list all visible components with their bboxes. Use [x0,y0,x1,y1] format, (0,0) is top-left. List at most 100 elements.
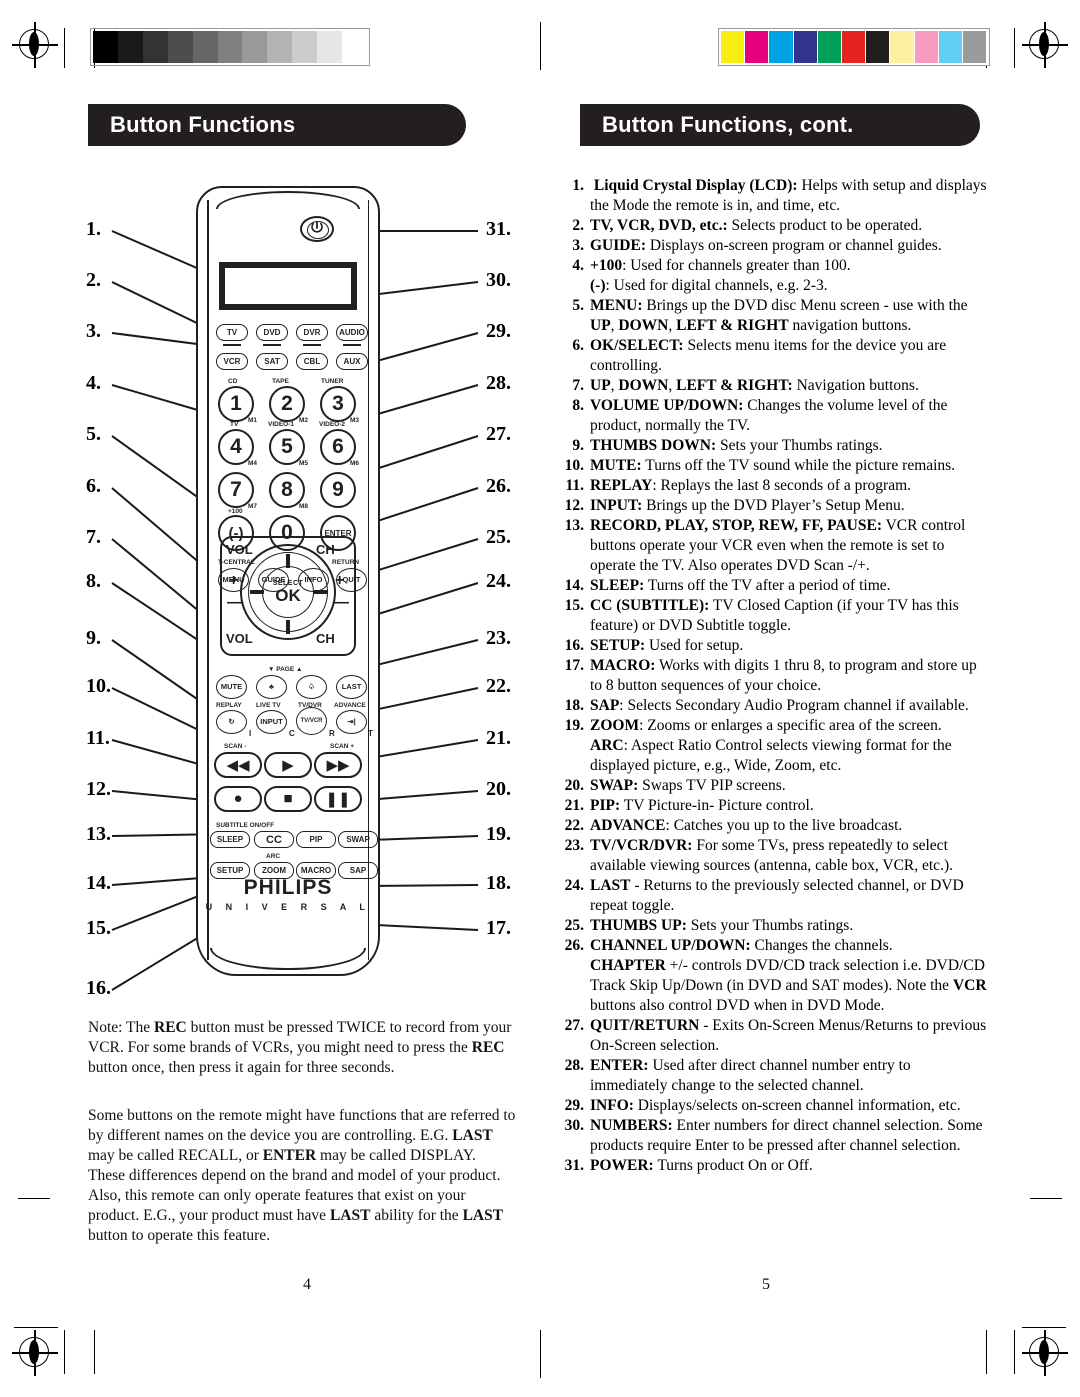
brand-name: PHILIPS [243,876,333,899]
function-number: 8. [572,397,584,414]
function-list-item: 16. SETUP: Used for setup. [562,636,987,656]
function-description: ENTER: Used after direct channel number … [590,1057,911,1094]
device-button-sat[interactable]: SAT [256,353,288,370]
callout-right-29: 29. [486,320,511,342]
ok-select-button[interactable]: SELECT OK [262,566,314,618]
callout-right-30: 30. [486,269,511,291]
function-number: 14. [564,577,584,594]
function-description: OK/SELECT: Selects menu items for the de… [590,337,947,374]
keypad-memlabel-m8: M8 [299,503,309,510]
nav-down-arrow-icon[interactable] [286,620,290,634]
input-button[interactable]: INPUT [256,710,287,734]
function-description: GUIDE: Displays on-screen program or cha… [590,237,942,254]
function-list-item: 23. TV/VCR/DVR: For some TVs, press repea… [562,836,987,876]
keypad-memlabel-m1: M1 [248,417,258,424]
callout-right-31: 31. [486,218,511,240]
volume-down-button[interactable]: — [227,594,243,612]
function-description: NUMBERS: Enter numbers for direct channe… [590,1117,983,1154]
device-button-audio[interactable]: AUDIO [336,324,368,341]
stop-button[interactable]: ■ [264,786,312,812]
vol-label-top: VOL [226,542,253,557]
function-number: 25. [564,917,584,934]
letter-r: R [329,729,335,738]
callout-right-22: 22. [486,675,511,697]
function-description: MUTE: Turns off the TV sound while the p… [590,457,956,474]
replay-button[interactable]: ↻ [216,710,247,734]
callout-right-24: 24. [486,570,511,592]
keypad-memlabel-m3: M3 [350,417,360,424]
callout-right-21: 21. [486,727,511,749]
function-number: 26. [564,937,584,954]
tv-vcr-button[interactable]: TV/VCR [296,707,327,735]
function-list-item: 22. ADVANCE: Catches you up to the live b… [562,816,987,836]
channel-down-button[interactable]: — [333,594,349,612]
fast-forward-button[interactable]: ▶▶ [314,752,362,778]
function-list-item: 12. INPUT: Brings up the DVD Player’s Set… [562,496,987,516]
livetv-caption: LIVE TV [256,702,281,709]
callout-left-4: 4. [86,372,101,394]
function-list-item: 19. ZOOM: Zooms or enlarges a specific ar… [562,716,987,776]
device-button-aux[interactable]: AUX [336,353,368,370]
function-description: MENU: Brings up the DVD disc Menu screen… [590,297,968,334]
function-list-item: 21. PIP: TV Picture-in- Picture control. [562,796,987,816]
remote-inner-line-left [207,200,209,960]
function-description: PIP: TV Picture-in- Picture control. [590,797,814,814]
last-button[interactable]: LAST [336,675,367,699]
sleep-button[interactable]: SLEEP [210,831,250,848]
function-list-item: 4. +100: Used for channels greater than 1… [562,256,987,296]
cc-button[interactable]: CC [254,831,294,848]
volume-up-button[interactable]: + [229,572,238,590]
power-icon [311,221,323,233]
thumbs-down-button[interactable]: ♣ [256,675,287,699]
callout-left-16: 16. [86,977,111,999]
function-number: 10. [564,457,584,474]
thumbs-up-button[interactable]: ♤ [296,675,327,699]
play-button[interactable]: ▶ [264,752,312,778]
function-description: ADVANCE: Catches you up to the live broa… [590,817,903,834]
rewind-button[interactable]: ◀◀ [214,752,262,778]
pip-button[interactable]: PIP [296,831,336,848]
mute-button[interactable]: MUTE [216,675,247,699]
function-list-item: 7. UP, DOWN, LEFT & RIGHT: Navigation but… [562,376,987,396]
record-button[interactable]: ● [214,786,262,812]
device-button-dvr[interactable]: DVR [296,324,328,341]
function-number: 18. [564,697,584,714]
nav-left-arrow-icon[interactable] [250,590,264,594]
advance-button[interactable]: ⇥| [336,710,367,734]
function-number: 30. [564,1117,584,1134]
nav-up-arrow-icon[interactable] [286,554,290,568]
function-number: 23. [564,837,584,854]
device-button-tv[interactable]: TV [216,324,248,341]
function-description: SAP: Selects Secondary Audio Program cha… [590,697,969,714]
keypad-toplabel-tape: TAPE [272,378,289,385]
device-button-vcr[interactable]: VCR [216,353,248,370]
page-caption: ▼ PAGE ▲ [268,666,303,673]
function-description: THUMBS UP: Sets your Thumbs ratings. [590,917,854,934]
function-list-item: 9. THUMBS DOWN: Sets your Thumbs ratings. [562,436,987,456]
nav-right-arrow-icon[interactable] [314,590,328,594]
function-description: POWER: Turns product On or Off. [590,1157,813,1174]
keypad-button-9[interactable]: 9 [320,472,356,508]
channel-up-button[interactable]: + [335,572,344,590]
function-list-item: 25. THUMBS UP: Sets your Thumbs ratings. [562,916,987,936]
device-button-dvd[interactable]: DVD [256,324,288,341]
function-list-item: 13. RECORD, PLAY, STOP, REW, FF, PAUSE: V… [562,516,987,576]
function-number: 1. [572,177,584,194]
device-button-cbl[interactable]: CBL [296,353,328,370]
subtitle-caption: SUBTITLE ON/OFF [216,822,275,829]
swap-button[interactable]: SWAP [338,831,378,848]
pause-button[interactable]: ❚❚ [314,786,362,812]
callout-left-13: 13. [86,823,111,845]
rec-note-paragraph: Note: The REC button must be pressed TWI… [88,1019,512,1076]
advance-caption: ADVANCE [334,702,366,709]
function-list-item: 11. REPLAY: Replays the last 8 seconds of… [562,476,987,496]
right-page: Button Functions, cont. 1. Liquid Crysta… [540,0,1080,1397]
callout-right-17: 17. [486,917,511,939]
function-number: 29. [564,1097,584,1114]
left-banner-title: Button Functions [110,112,296,137]
function-number: 4. [572,257,584,274]
letter-t: T [368,729,373,738]
device-underline-3 [303,344,321,346]
keypad-toplabel-video1: VIDEO-1 [268,421,295,428]
keypad-memlabel-m2: M2 [299,417,309,424]
